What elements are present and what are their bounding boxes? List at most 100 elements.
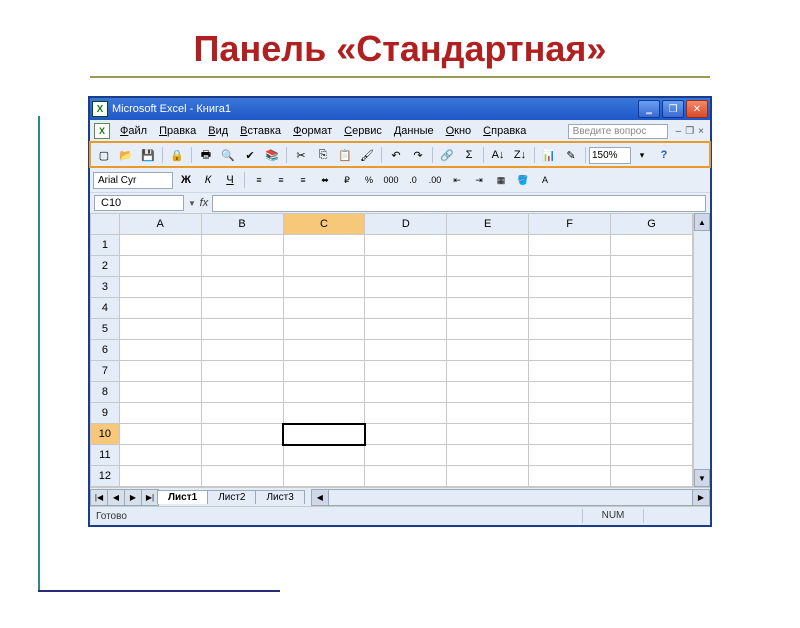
menu-формат[interactable]: Формат — [287, 123, 338, 139]
row-header[interactable]: 11 — [91, 445, 120, 466]
row-header[interactable]: 1 — [91, 235, 120, 256]
cell[interactable] — [365, 424, 447, 445]
cell[interactable] — [447, 235, 529, 256]
maximize-button[interactable]: ❐ — [662, 100, 684, 118]
cell[interactable] — [529, 445, 611, 466]
cell[interactable] — [611, 319, 693, 340]
cell[interactable] — [529, 340, 611, 361]
hscroll-track[interactable] — [329, 489, 692, 506]
cell[interactable] — [201, 235, 283, 256]
currency-icon[interactable]: ₽ — [337, 170, 357, 190]
tab-first-icon[interactable]: |◀ — [90, 489, 108, 506]
borders-icon[interactable]: ▦ — [491, 170, 511, 190]
percent-icon[interactable]: % — [359, 170, 379, 190]
cell[interactable] — [529, 256, 611, 277]
column-header[interactable]: F — [529, 214, 611, 235]
cell[interactable] — [119, 403, 201, 424]
cell[interactable] — [529, 382, 611, 403]
column-header[interactable]: A — [119, 214, 201, 235]
cell[interactable] — [447, 403, 529, 424]
bold-icon[interactable]: Ж — [176, 170, 196, 190]
sheet-tab[interactable]: Лист2 — [207, 490, 256, 504]
doc-restore-button[interactable]: ❐ — [685, 126, 694, 137]
open-icon[interactable]: 📂 — [116, 145, 136, 165]
cell[interactable] — [447, 298, 529, 319]
cell[interactable] — [611, 403, 693, 424]
menu-вставка[interactable]: Вставка — [234, 123, 287, 139]
menu-файл[interactable]: Файл — [114, 123, 153, 139]
name-box-dropdown-icon[interactable]: ▼ — [188, 199, 196, 208]
cell[interactable] — [283, 298, 365, 319]
cell[interactable] — [447, 319, 529, 340]
fill-color-icon[interactable]: 🪣 — [513, 170, 533, 190]
row-header[interactable]: 3 — [91, 277, 120, 298]
cell[interactable] — [365, 298, 447, 319]
zoom-box[interactable]: 150% — [589, 147, 631, 164]
cell[interactable] — [365, 319, 447, 340]
cell[interactable] — [365, 361, 447, 382]
inc-dec-icon[interactable]: .0 — [403, 170, 423, 190]
cell[interactable] — [201, 298, 283, 319]
hyperlink-icon[interactable]: 🔗 — [437, 145, 457, 165]
cell[interactable] — [119, 277, 201, 298]
doc-close-button[interactable]: × — [698, 126, 704, 137]
cell[interactable] — [283, 382, 365, 403]
close-button[interactable]: ✕ — [686, 100, 708, 118]
column-header[interactable]: D — [365, 214, 447, 235]
cell[interactable] — [283, 340, 365, 361]
drawing-icon[interactable]: ✎ — [561, 145, 581, 165]
cell[interactable] — [365, 466, 447, 487]
cell[interactable] — [447, 466, 529, 487]
spelling-icon[interactable]: ✔ — [240, 145, 260, 165]
cell[interactable] — [611, 277, 693, 298]
cell[interactable] — [611, 382, 693, 403]
cut-icon[interactable]: ✂ — [291, 145, 311, 165]
cell[interactable] — [365, 235, 447, 256]
underline-icon[interactable]: Ч — [220, 170, 240, 190]
column-header[interactable]: E — [447, 214, 529, 235]
row-header[interactable]: 2 — [91, 256, 120, 277]
cell[interactable] — [201, 424, 283, 445]
cell[interactable] — [611, 361, 693, 382]
spreadsheet-grid[interactable]: ABCDEFG 123456789101112 — [90, 213, 693, 487]
align-left-icon[interactable]: ≡ — [249, 170, 269, 190]
cell[interactable] — [283, 277, 365, 298]
cell[interactable] — [201, 319, 283, 340]
cell[interactable] — [119, 424, 201, 445]
cell[interactable] — [611, 424, 693, 445]
cell[interactable] — [365, 445, 447, 466]
cell[interactable] — [447, 361, 529, 382]
cell[interactable] — [529, 298, 611, 319]
sheet-tab[interactable]: Лист3 — [255, 490, 304, 504]
cell[interactable] — [447, 340, 529, 361]
align-center-icon[interactable]: ≡ — [271, 170, 291, 190]
align-right-icon[interactable]: ≡ — [293, 170, 313, 190]
cell[interactable] — [119, 382, 201, 403]
format-painter-icon[interactable]: 🖌 — [357, 145, 377, 165]
row-header[interactable]: 10 — [91, 424, 120, 445]
column-header[interactable]: G — [611, 214, 693, 235]
row-header[interactable]: 6 — [91, 340, 120, 361]
cell[interactable] — [119, 340, 201, 361]
cell[interactable] — [365, 340, 447, 361]
cell[interactable] — [201, 277, 283, 298]
menu-правка[interactable]: Правка — [153, 123, 202, 139]
merge-icon[interactable]: ⬌ — [315, 170, 335, 190]
comma-icon[interactable]: 000 — [381, 170, 401, 190]
cell[interactable] — [119, 361, 201, 382]
cell[interactable] — [201, 256, 283, 277]
sheet-tab[interactable]: Лист1 — [157, 490, 208, 504]
cell[interactable] — [283, 424, 365, 445]
print-icon[interactable]: 🖶 — [196, 145, 216, 165]
cell[interactable] — [529, 466, 611, 487]
dec-dec-icon[interactable]: .00 — [425, 170, 445, 190]
minimize-button[interactable]: ‗ — [638, 100, 660, 118]
horizontal-scrollbar[interactable]: ◀ ▶ — [311, 489, 710, 506]
cell[interactable] — [611, 235, 693, 256]
menu-справка[interactable]: Справка — [477, 123, 532, 139]
help-search-box[interactable]: Введите вопрос — [568, 124, 668, 139]
cell[interactable] — [365, 256, 447, 277]
help-icon[interactable]: ? — [654, 145, 674, 165]
name-box[interactable]: C10 — [94, 195, 184, 211]
row-header[interactable]: 5 — [91, 319, 120, 340]
